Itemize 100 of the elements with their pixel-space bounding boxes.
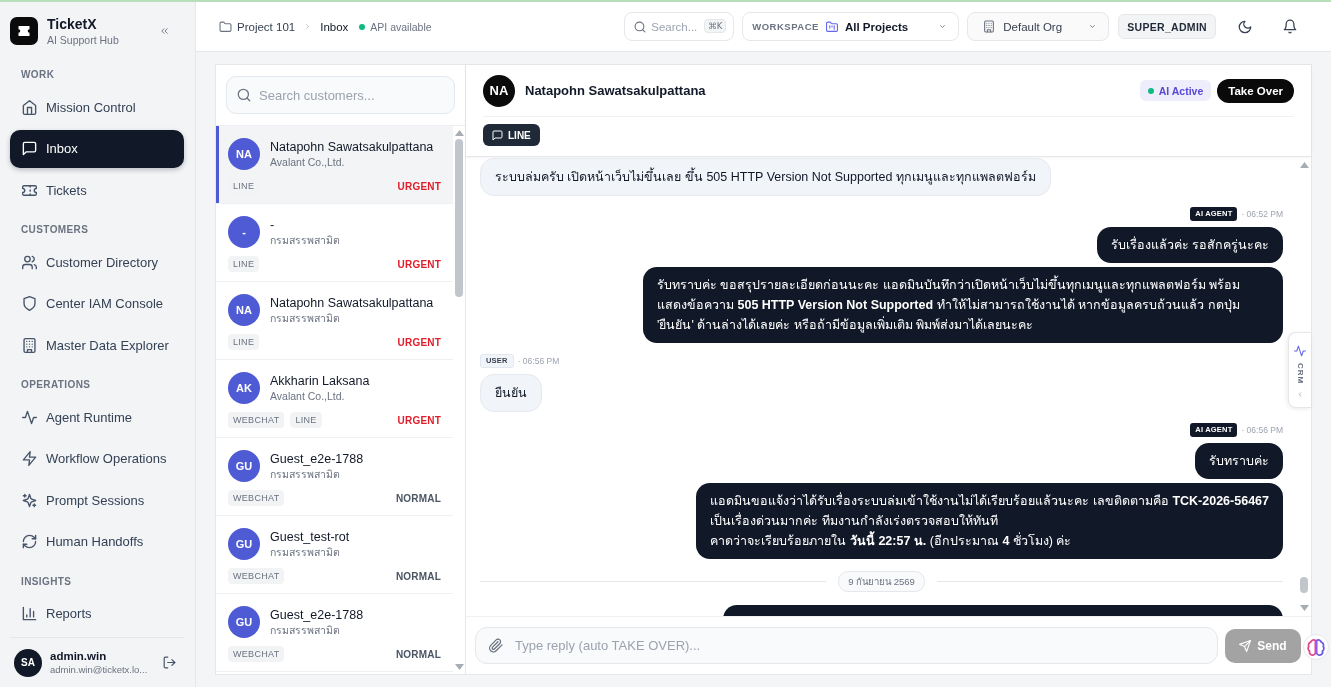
bell-icon[interactable] (1283, 19, 1297, 34)
customer-item[interactable]: GU Guest_test-rot กรมสรรพสามิต WEBCHAT NORMAL (216, 516, 453, 594)
breadcrumb-current: Inbox (320, 20, 349, 33)
logo-icon (10, 17, 38, 45)
logout-icon[interactable] (163, 656, 176, 669)
chevron-left-icon (1297, 390, 1303, 400)
customer-item[interactable]: NA Natapohn Sawatsakulpattana กรมสรรพสามิต LINE URGENT (216, 282, 453, 360)
crm-tab[interactable]: CRM (1288, 332, 1311, 408)
sidebar-item[interactable]: Reports (10, 594, 184, 633)
customer-name: Guest_test-rot (270, 529, 350, 545)
customer-item[interactable]: - - กรมสรรพสามิต LINE URGENT (216, 204, 453, 282)
moon-icon[interactable] (1238, 19, 1252, 34)
priority-label: URGENT (397, 258, 441, 270)
customer-name: Guest_e2e-1788 (270, 607, 364, 623)
building-icon (22, 337, 37, 353)
user-email: admin.win@ticketx.lo... (50, 663, 149, 676)
ai-status-label: AI Active (1158, 84, 1204, 97)
contact-avatar: NA (483, 74, 515, 107)
message-bubble: ระบบล่มครับ เปิดหน้าเว็บไม่ขึ้นเลย ขึ้น 505 HTTP Version Not Supported ทุกเมนูและทุกแพลตฟอร์ม (480, 158, 1051, 196)
customer-item[interactable]: AK Akkharin Laksana Avalant Co.,Ltd. WEBCHAT LINE URGENT (216, 360, 453, 438)
chat-icon (492, 129, 503, 141)
scroll-up-icon[interactable] (1299, 162, 1309, 168)
send-icon (1239, 639, 1252, 652)
customer-avatar: AK (228, 372, 260, 404)
customer-item[interactable]: GU Guest_e2e-1788 กรมสรรพสามิต WEBCHAT NORMAL (216, 438, 453, 516)
ticket-icon (22, 182, 37, 198)
sparkles-icon (22, 492, 37, 508)
customer-org: กรมสรรพสามิต (270, 311, 341, 325)
pulse-icon (1294, 345, 1306, 357)
scroll-down-icon[interactable] (454, 664, 464, 670)
sidebar-item[interactable]: Agent Runtime (10, 398, 184, 436)
section-label: CUSTOMERS (20, 223, 90, 237)
message-bubble: รับเรื่องแล้วค่ะ รอสักครู่นะคะ (1096, 227, 1283, 263)
priority-label: NORMAL (395, 570, 441, 582)
customer-org: Avalant Co.,Ltd. (270, 155, 346, 169)
bar-chart-icon (22, 606, 37, 621)
channel-tag: LINE (228, 256, 260, 272)
customer-name: - (270, 217, 276, 233)
date-label: 9 กันยายน 2569 (838, 571, 925, 592)
sidebar-item[interactable]: Customer Directory (10, 243, 184, 281)
dropdown-label: WORKSPACE (752, 21, 819, 32)
chat-icon (22, 141, 37, 156)
message-time: · 06:52 PM (1241, 209, 1283, 219)
sidebar-item[interactable]: Inbox (10, 129, 184, 168)
take-over-button[interactable]: Take Over (1217, 78, 1294, 103)
app-name: TicketX (47, 15, 98, 33)
org-dropdown[interactable]: Default Org (967, 12, 1110, 41)
customer-avatar: NA (228, 138, 260, 170)
customer-org: กรมสรรพสามิต (270, 623, 341, 637)
folder-icon (825, 20, 838, 33)
section-label: WORK (20, 68, 56, 82)
customer-name: Akkharin Laksana (270, 373, 370, 389)
channel-tag: LINE (290, 412, 322, 428)
message-bubble: รับทราบค่ะ ขอสรุปรายละเอียดก่อนนะคะ แอดมินบันทึกว่าเปิดหน้าเว็บไม่ขึ้นทุกเมนูและทุกแพลตฟอร์ม พร้อมแสดงข้อความ 505 HTTP Version Not Supported ทำให้ไม่สามารถใช้งานได้ หากข้อมูลครบถ้วนแล้ว กดปุ่ม 'ยืนยัน' ด้านล่างได้เลยค่ะ หรือถ้ามีข้อมูลเพิ่มเติม พิมพ์ส่งมาได้เลยนะคะ (643, 267, 1283, 343)
sidebar-item[interactable]: Master Data Explorer (10, 326, 184, 364)
dropdown-value: All Projects (844, 20, 909, 33)
sidebar-item[interactable]: Workflow Operations (10, 439, 184, 478)
reply-input[interactable]: Type reply (auto TAKE OVER)... (475, 627, 1218, 664)
priority-label: URGENT (397, 414, 441, 426)
sidebar-item[interactable]: Mission Control (10, 88, 184, 126)
channel-label: LINE (508, 129, 531, 141)
pulse-icon (22, 409, 37, 425)
customer-avatar: - (228, 216, 260, 248)
breadcrumb-link[interactable]: Project 101 (237, 20, 296, 33)
customer-org: Avalant Co.,Ltd. (270, 389, 346, 403)
customer-org: กรมสรรพสามิต (270, 467, 341, 481)
customer-avatar: GU (228, 606, 260, 638)
brain-icon[interactable] (1303, 634, 1329, 660)
channel-tag: WEBCHAT (228, 646, 285, 662)
folder-icon (219, 20, 232, 33)
scrollbar-thumb[interactable] (455, 139, 463, 297)
message-bubble: ยืนยัน (480, 374, 542, 412)
priority-label: NORMAL (395, 492, 441, 504)
sidebar-item[interactable]: Tickets (10, 171, 184, 209)
users-icon (22, 254, 37, 270)
search-field[interactable]: Search customers... (226, 76, 455, 114)
app-tagline: AI Support Hub (47, 33, 120, 47)
channel-tag: WEBCHAT (228, 490, 285, 506)
sidebar-item[interactable]: Center IAM Console (10, 284, 184, 323)
customer-item[interactable]: GU Guest_e2e-1788 กรมสรรพสามิต WEBCHAT NORMAL (216, 594, 453, 672)
section-label: OPERATIONS (20, 378, 92, 392)
search-icon (634, 20, 647, 33)
user-avatar: SA (14, 648, 42, 677)
workspace-dropdown[interactable]: WORKSPACE All Projects (742, 12, 960, 41)
building-icon (983, 20, 996, 33)
chevron-right-icon (304, 21, 312, 32)
user-name: admin.win (50, 649, 108, 663)
scrollbar-thumb[interactable] (1300, 577, 1308, 593)
role-badge: SUPER_ADMIN (1118, 14, 1216, 39)
priority-label: URGENT (397, 336, 441, 348)
scroll-down-icon[interactable] (1299, 605, 1309, 611)
collapse-icon[interactable] (159, 26, 170, 36)
customer-name: Guest_e2e-1788 (270, 451, 364, 467)
customer-item[interactable]: NA Natapohn Sawatsakulpattana Avalant Co.,Ltd. LINE URGENT (216, 126, 453, 204)
scroll-up-icon[interactable] (454, 130, 464, 136)
section-label: INSIGHTS (20, 574, 73, 589)
priority-label: NORMAL (395, 648, 441, 660)
sidebar-item[interactable]: Human Handoffs (10, 522, 184, 561)
channel-tag: LINE (228, 334, 260, 350)
sidebar-item[interactable]: Prompt Sessions (10, 481, 184, 519)
